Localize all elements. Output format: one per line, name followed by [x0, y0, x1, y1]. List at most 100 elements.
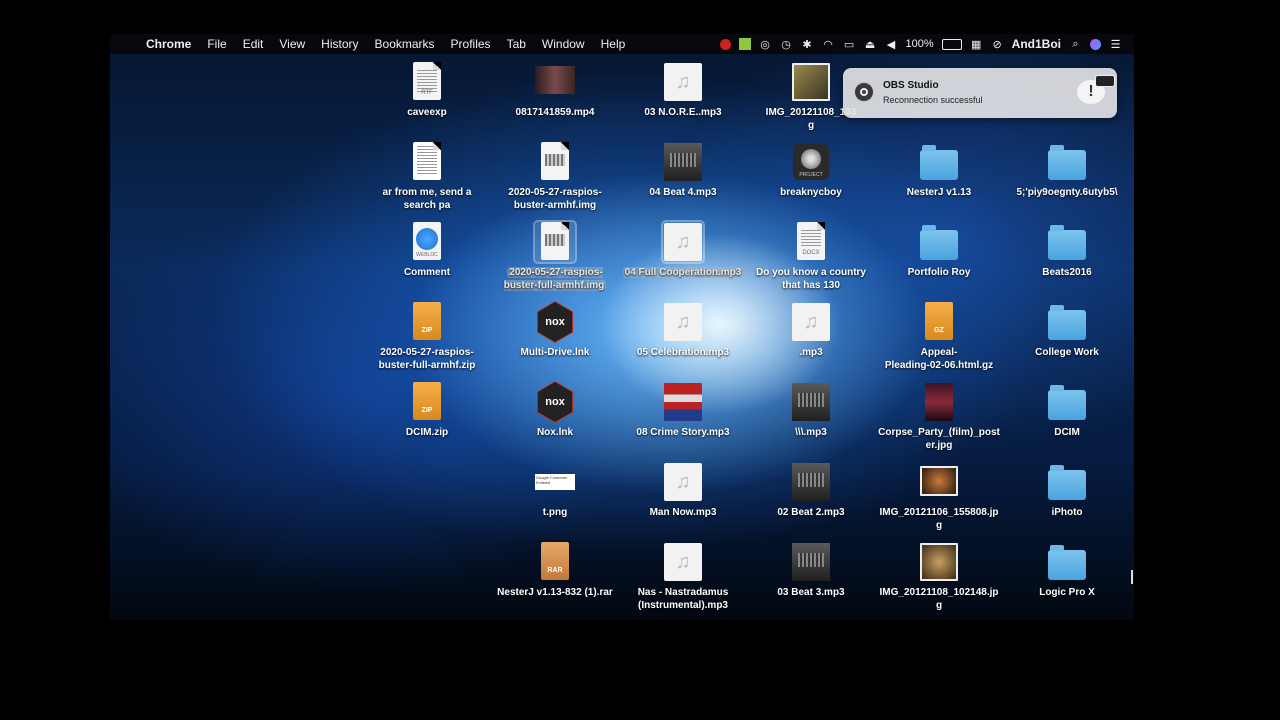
- desktop-item-label: 08 Crime Story.mp3: [636, 427, 730, 438]
- desktop-item-comment[interactable]: WEBLOC Comment: [366, 222, 488, 279]
- desktop-item-dcim-zip[interactable]: ZIP DCIM.zip: [366, 382, 488, 439]
- airplay-icon[interactable]: ▭: [843, 38, 856, 51]
- desktop-item-label: NesterJ v1.13-832 (1).rar: [497, 587, 613, 598]
- menu-window[interactable]: Window: [534, 34, 593, 54]
- desktop-item-celebration[interactable]: ♫ 05 Celebration.mp3: [622, 302, 744, 359]
- desktop-item-iphoto[interactable]: iPhoto: [1006, 462, 1128, 519]
- folder-icon: [1047, 542, 1087, 582]
- desktop-item-img102148[interactable]: IMG_20121108_102148.jp g: [878, 542, 1000, 612]
- desktop-item-label: 02 Beat 2.mp3: [777, 507, 845, 518]
- search-icon[interactable]: ⌕: [1069, 38, 1082, 51]
- wifi-icon[interactable]: ◠: [822, 38, 835, 51]
- desktop-item-label: 04 Full Cooperation.mp3: [622, 266, 744, 279]
- time-machine-icon[interactable]: ◷: [780, 38, 793, 51]
- bluetooth-icon[interactable]: ✱: [801, 38, 814, 51]
- user-name[interactable]: And1Boi: [1012, 37, 1061, 51]
- desktop-item-label: .mp3: [799, 347, 823, 358]
- desktop-item-raspios-armhf-img[interactable]: 2020-05-27-raspios- buster-armhf.img: [494, 142, 616, 212]
- logic-project-icon: PROJECT: [791, 142, 831, 182]
- desktop-item-piy9[interactable]: 5;'piy9oegnty.6utyb5\: [1006, 142, 1128, 199]
- desktop-item-dotmp3[interactable]: ♫ .mp3: [750, 302, 872, 359]
- rtf-file-icon: RTF: [407, 62, 447, 102]
- desktop-item-appeal[interactable]: GZ Appeal- Pleading-02-06.html.gz: [878, 302, 1000, 372]
- desktop-item-label: Beats2016: [1042, 267, 1092, 278]
- desktop-item-mp4[interactable]: 0817141859.mp4: [494, 62, 616, 119]
- battery-percent: 100%: [905, 38, 934, 50]
- battery-icon[interactable]: [941, 38, 962, 50]
- desktop-item-corpse[interactable]: Corpse_Party_(film)_post er.jpg: [878, 382, 1000, 452]
- obs-notification[interactable]: OBS Studio Reconnection successful !: [843, 68, 1117, 118]
- mp3-artwork-icon: [663, 142, 703, 182]
- menu-bookmarks[interactable]: Bookmarks: [367, 34, 443, 54]
- nox-app-icon: nox: [535, 381, 575, 423]
- desktop-item-img155808[interactable]: IMG_20121106_155808.jp g: [878, 462, 1000, 532]
- album-art-icon: [663, 382, 703, 422]
- app-green-icon[interactable]: [738, 38, 751, 50]
- circle-menu-icon[interactable]: ◎: [759, 38, 772, 51]
- desktop-item-label: Multi-Drive.lnk: [520, 347, 590, 358]
- input-source-icon[interactable]: ▦: [970, 38, 983, 51]
- desktop-item-multidrive[interactable]: nox Multi-Drive.lnk: [494, 301, 616, 359]
- menu-profiles[interactable]: Profiles: [443, 34, 499, 54]
- desktop-item-nas[interactable]: ♫ Nas - Nastradamus (Instrumental).mp3: [622, 542, 744, 612]
- desktop-item-nox[interactable]: nox Nox.lnk: [494, 381, 616, 439]
- zip-file-icon: ZIP: [407, 302, 447, 342]
- desktop-item-label: t.png: [542, 507, 568, 518]
- desktop-item-logic[interactable]: Logic Pro X: [1006, 542, 1128, 599]
- photo-thumbnail-icon: [919, 382, 959, 422]
- menu-edit[interactable]: Edit: [235, 34, 272, 54]
- desktop-item-raspios-zip[interactable]: ZIP 2020-05-27-raspios- buster-full-armh…: [366, 302, 488, 372]
- notification-center-icon[interactable]: ☰: [1109, 38, 1122, 51]
- volume-icon[interactable]: ◀: [885, 38, 898, 51]
- desktop-item-beat3[interactable]: 03 Beat 3.mp3: [750, 542, 872, 599]
- desktop-item-backslash[interactable]: \\\.mp3: [750, 382, 872, 439]
- desktop-item-fullcoop[interactable]: ♫ 04 Full Cooperation.mp3: [622, 220, 744, 279]
- desktop-item-nore[interactable]: ♫ 03 N.O.R.E..mp3: [622, 62, 744, 119]
- notification-title: OBS Studio: [883, 80, 939, 91]
- webloc-file-icon: WEBLOC: [407, 222, 447, 262]
- desktop-item-portfolio[interactable]: Portfolio Roy: [878, 222, 1000, 279]
- desktop-item-arfrom[interactable]: ar from me, send a search pa: [366, 142, 488, 212]
- desktop-item-rar[interactable]: RAR NesterJ v1.13-832 (1).rar: [494, 542, 616, 599]
- desktop-item-crimestory[interactable]: 08 Crime Story.mp3: [622, 382, 744, 439]
- compass-icon[interactable]: ⊘: [991, 38, 1004, 51]
- desktop-item-tpng[interactable]: Google Customer Enlisted t.png: [494, 462, 616, 519]
- desktop-item-label: 04 Beat 4.mp3: [649, 187, 717, 198]
- menu-help[interactable]: Help: [593, 34, 634, 54]
- desktop-item-doyouknow[interactable]: DOCX Do you know a country that has 130: [750, 222, 872, 292]
- desktop-item-raspios-full-img[interactable]: 2020-05-27-raspios- buster-full-armhf.im…: [494, 220, 616, 292]
- eject-icon[interactable]: ⏏: [864, 38, 877, 51]
- audio-file-icon: ♫: [791, 302, 831, 342]
- desktop-item-caveexp[interactable]: RTF caveexp: [366, 62, 488, 119]
- photo-thumbnail-icon: [919, 462, 959, 502]
- desktop-item-label: NesterJ v1.13: [906, 187, 972, 198]
- desktop-screen: Chrome File Edit View History Bookmarks …: [110, 34, 1134, 620]
- record-icon[interactable]: [719, 38, 731, 50]
- photo-thumbnail-icon: [919, 542, 959, 582]
- desktop-item-label: Man Now.mp3: [649, 507, 717, 518]
- desktop-item-label: IMG_20121108_102148.jp g: [879, 587, 999, 611]
- text-cursor-icon: [1131, 570, 1133, 584]
- menu-file[interactable]: File: [199, 34, 234, 54]
- desktop-item-mannow[interactable]: ♫ Man Now.mp3: [622, 462, 744, 519]
- menu-history[interactable]: History: [313, 34, 366, 54]
- desktop-item-label: 03 Beat 3.mp3: [777, 587, 845, 598]
- desktop-item-college[interactable]: College Work: [1006, 302, 1128, 359]
- folder-icon: [1047, 462, 1087, 502]
- desktop-item-dcim[interactable]: DCIM: [1006, 382, 1128, 439]
- desktop-item-label: IMG_20121106_155808.jp g: [879, 507, 999, 531]
- siri-icon[interactable]: [1090, 38, 1101, 50]
- desktop-item-beat2[interactable]: 02 Beat 2.mp3: [750, 462, 872, 519]
- desktop-item-beats2016[interactable]: Beats2016: [1006, 222, 1128, 279]
- desktop-item-label: Logic Pro X: [1039, 587, 1095, 598]
- docx-file-icon: DOCX: [791, 222, 831, 262]
- menu-view[interactable]: View: [271, 34, 313, 54]
- nox-app-icon: nox: [535, 301, 575, 343]
- menu-tab[interactable]: Tab: [499, 34, 534, 54]
- folder-icon: [1047, 222, 1087, 262]
- desktop-item-breaknycboy[interactable]: PROJECT breaknycboy: [750, 142, 872, 199]
- menu-app-name[interactable]: Chrome: [138, 34, 199, 54]
- selected-label: 2020-05-27-raspios- buster-full-armhf.im…: [503, 267, 607, 291]
- desktop-item-beat4[interactable]: 04 Beat 4.mp3: [622, 142, 744, 199]
- desktop-item-nesterj[interactable]: NesterJ v1.13: [878, 142, 1000, 199]
